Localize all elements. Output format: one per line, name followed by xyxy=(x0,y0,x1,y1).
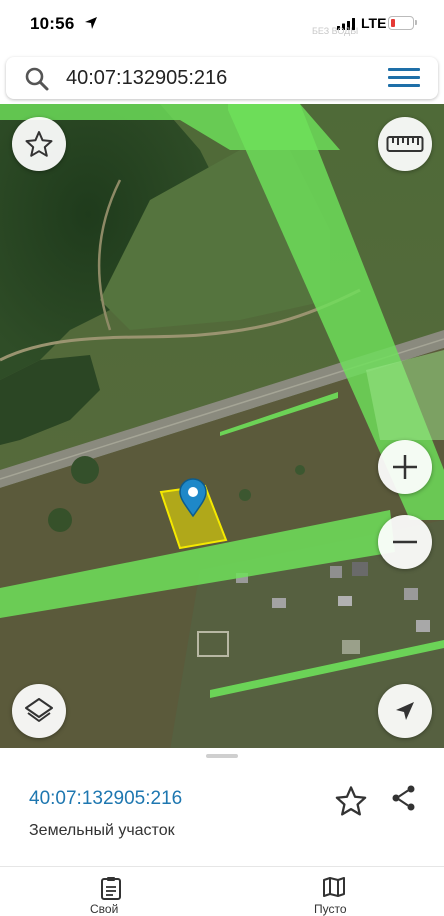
tree xyxy=(239,489,251,501)
sheet-handle[interactable] xyxy=(206,754,238,758)
clipboard-icon[interactable] xyxy=(100,876,122,900)
map-view[interactable] xyxy=(0,104,444,750)
locate-icon[interactable] xyxy=(392,698,418,724)
watermark: БЕЗ ВОДЫ xyxy=(312,26,359,36)
favorite-map-button[interactable] xyxy=(12,117,66,171)
layers-icon[interactable] xyxy=(23,695,55,727)
battery-tip xyxy=(415,20,417,25)
map-icon[interactable] xyxy=(322,876,346,898)
house xyxy=(272,598,286,608)
status-bar: 10:56 LTE БЕЗ ВОДЫ xyxy=(0,0,444,50)
network-type: LTE xyxy=(361,15,387,31)
zoom-out-button[interactable] xyxy=(378,515,432,569)
zoom-out-icon[interactable] xyxy=(390,527,420,557)
house xyxy=(352,562,368,576)
zoom-in-icon[interactable] xyxy=(390,452,420,482)
star-icon[interactable] xyxy=(334,784,368,818)
tree xyxy=(295,465,305,475)
zoom-in-button[interactable] xyxy=(378,440,432,494)
location-arrow-icon xyxy=(85,17,97,29)
divider xyxy=(0,866,444,867)
status-time: 10:56 xyxy=(30,14,75,33)
battery-icon xyxy=(388,16,414,30)
search-bar[interactable]: 40:07:132905:216 xyxy=(6,57,438,99)
tab-label-1[interactable]: Свой xyxy=(90,902,118,916)
star-icon[interactable] xyxy=(24,129,54,159)
cadastral-number[interactable]: 40:07:132905:216 xyxy=(29,788,182,810)
tab-label-2[interactable]: Пусто xyxy=(314,902,347,916)
house xyxy=(330,566,342,578)
measure-button[interactable] xyxy=(378,117,432,171)
house xyxy=(416,620,430,632)
share-icon[interactable] xyxy=(390,784,418,812)
search-input[interactable]: 40:07:132905:216 xyxy=(66,67,227,90)
satellite-map[interactable] xyxy=(0,104,444,750)
search-icon[interactable] xyxy=(24,66,50,92)
tree xyxy=(71,456,99,484)
my-location-button[interactable] xyxy=(378,684,432,738)
hamburger-menu-icon[interactable] xyxy=(388,68,420,88)
house xyxy=(404,588,418,600)
garden xyxy=(342,640,360,654)
ruler-icon[interactable] xyxy=(386,134,424,154)
bottom-sheet: 40:07:132905:216 Земельный участок Свой … xyxy=(0,748,444,916)
layers-button[interactable] xyxy=(12,684,66,738)
house xyxy=(338,596,352,606)
tree xyxy=(48,508,72,532)
object-type: Земельный участок xyxy=(29,822,175,839)
